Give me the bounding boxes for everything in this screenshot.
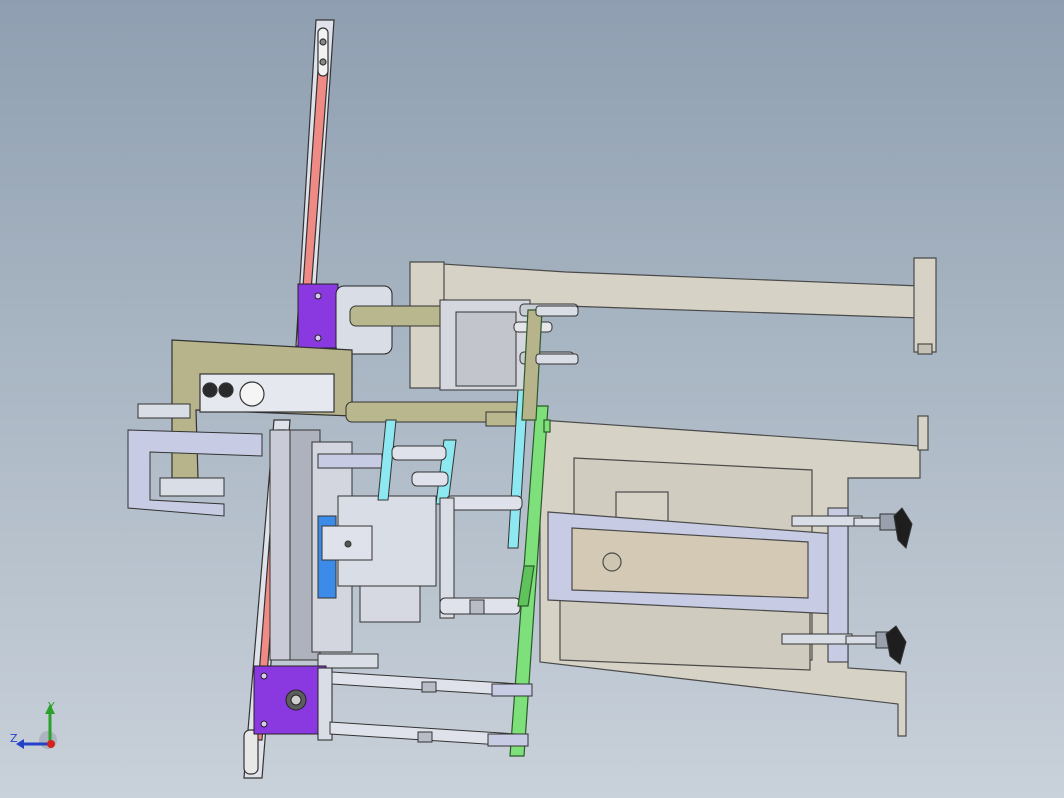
lower-guide-rods: [329, 671, 533, 747]
upper-arm-foot: [917, 343, 933, 355]
x-axis-icon: [47, 740, 55, 748]
cad-viewport[interactable]: Y Z: [0, 0, 1064, 798]
rail-top-slot: [317, 27, 329, 77]
rail-bottom-slot: [243, 729, 259, 775]
threaded-rods: [535, 305, 579, 365]
upper-arm-end-plate: [913, 257, 937, 353]
connector-dial: [239, 381, 265, 407]
connector-left: [202, 382, 218, 398]
z-axis-label: Z: [10, 732, 18, 745]
orientation-triad: Y Z: [10, 700, 57, 749]
y-axis-label: Y: [47, 700, 55, 713]
slide-channel-hole: [602, 552, 622, 572]
assembly-model[interactable]: [0, 0, 1064, 798]
lower-motor-mount: [253, 665, 333, 741]
lower-base-end-tab: [917, 415, 929, 451]
connector-middle: [218, 382, 234, 398]
